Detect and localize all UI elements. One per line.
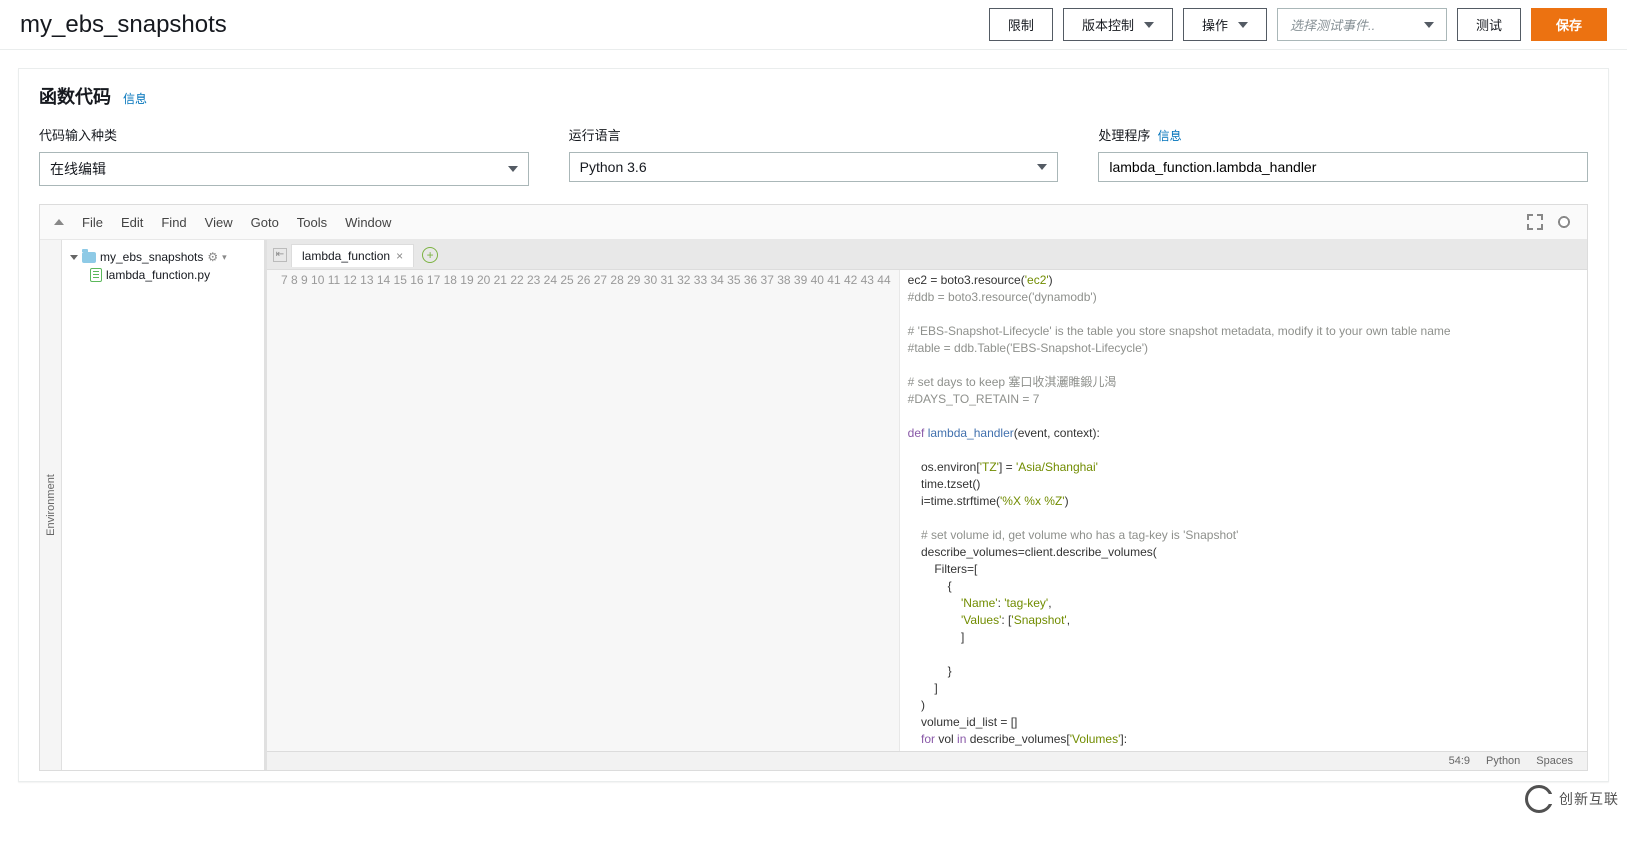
code-input-type-label: 代码输入种类 [39, 125, 529, 144]
tab-lambda-function[interactable]: lambda_function × [291, 244, 414, 267]
menu-find[interactable]: Find [161, 215, 186, 230]
runtime-label: 运行语言 [569, 125, 1059, 144]
info-link[interactable]: 信息 [123, 90, 147, 107]
save-button[interactable]: 保存 [1531, 8, 1607, 41]
fullscreen-icon[interactable] [1527, 214, 1543, 230]
status-language[interactable]: Python [1486, 755, 1520, 767]
menu-edit[interactable]: Edit [121, 215, 143, 230]
handler-input[interactable] [1098, 152, 1588, 182]
tree-file[interactable]: lambda_function.py [68, 266, 258, 284]
gear-icon[interactable] [1555, 213, 1573, 231]
chevron-down-icon [1037, 164, 1047, 170]
file-icon [90, 268, 102, 282]
config-row: 代码输入种类 在线编辑 运行语言 Python 3.6 处理程序 信息 [19, 125, 1608, 204]
section-title: 函数代码 [39, 83, 111, 109]
chevron-down-icon [70, 255, 78, 260]
close-icon[interactable]: × [396, 249, 403, 263]
gear-icon[interactable]: ⚙ [207, 250, 218, 264]
info-link[interactable]: 信息 [1158, 129, 1182, 143]
menu-goto[interactable]: Goto [251, 215, 279, 230]
chevron-down-icon [1238, 22, 1248, 28]
handler-label: 处理程序 信息 [1098, 125, 1588, 144]
version-control-button[interactable]: 版本控制 [1063, 8, 1173, 41]
line-gutter: 7 8 9 10 11 12 13 14 15 16 17 18 19 20 2… [267, 270, 900, 751]
code-input-type-select[interactable]: 在线编辑 [39, 152, 529, 186]
chevron-down-icon [1144, 22, 1154, 28]
runtime-select[interactable]: Python 3.6 [569, 152, 1059, 182]
menu-view[interactable]: View [205, 215, 233, 230]
limit-button[interactable]: 限制 [989, 8, 1053, 41]
watermark: 创新互联 [1525, 785, 1619, 813]
code-editor: File Edit Find View Goto Tools Window En… [39, 204, 1588, 771]
add-tab-button[interactable]: + [422, 247, 438, 263]
menu-window[interactable]: Window [345, 215, 391, 230]
test-button[interactable]: 测试 [1457, 8, 1521, 41]
menu-tools[interactable]: Tools [297, 215, 327, 230]
collapse-up-icon[interactable] [54, 219, 64, 225]
code-lines[interactable]: ec2 = boto3.resource('ec2')#ddb = boto3.… [900, 270, 1587, 751]
operations-button[interactable]: 操作 [1183, 8, 1267, 41]
tab-bar: ⇤ lambda_function × + [267, 240, 1587, 270]
chevron-down-icon [508, 166, 518, 172]
menu-file[interactable]: File [82, 215, 103, 230]
cursor-position: 54:9 [1449, 755, 1470, 767]
tree-root[interactable]: my_ebs_snapshots ⚙▾ [68, 248, 258, 266]
code-pane[interactable]: 7 8 9 10 11 12 13 14 15 16 17 18 19 20 2… [267, 270, 1587, 751]
folder-icon [82, 252, 96, 263]
collapse-sidebar-icon[interactable]: ⇤ [273, 248, 287, 262]
function-code-section: 函数代码 信息 代码输入种类 在线编辑 运行语言 Python 3.6 处理程序… [18, 68, 1609, 782]
file-tree: my_ebs_snapshots ⚙▾ lambda_function.py [62, 240, 267, 770]
test-event-select[interactable]: 选择测试事件.. [1277, 8, 1447, 41]
page-header: my_ebs_snapshots 限制 版本控制 操作 选择测试事件.. 测试 … [0, 0, 1627, 50]
editor-menu-bar: File Edit Find View Goto Tools Window [40, 205, 1587, 240]
page-title: my_ebs_snapshots [20, 11, 227, 39]
status-bar: 54:9 Python Spaces [267, 751, 1587, 770]
chevron-down-icon [1424, 22, 1434, 28]
header-actions: 限制 版本控制 操作 选择测试事件.. 测试 保存 [989, 8, 1607, 41]
watermark-logo-icon [1525, 785, 1553, 813]
status-spaces[interactable]: Spaces [1536, 755, 1573, 767]
environment-rail[interactable]: Environment [40, 240, 62, 770]
